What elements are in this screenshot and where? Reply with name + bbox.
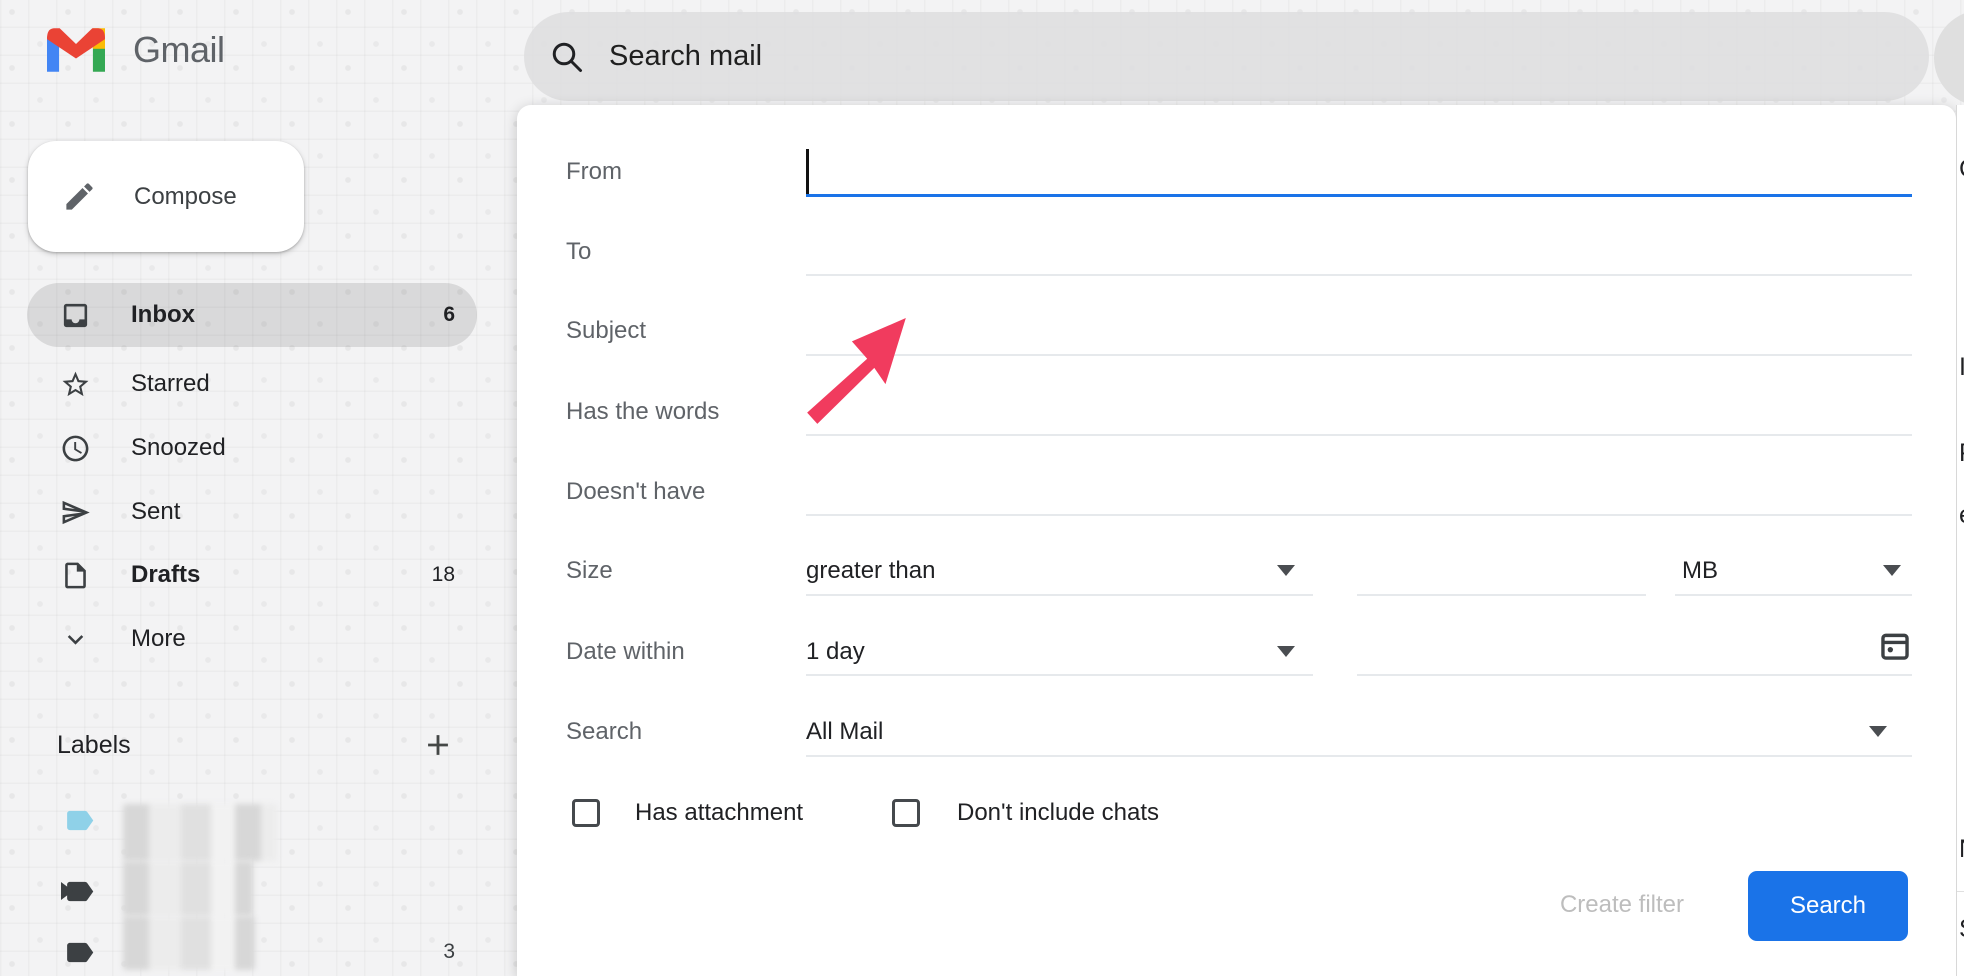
gmail-m-icon	[47, 28, 105, 72]
label-count: 3	[443, 940, 455, 964]
size-unit-select[interactable]: MB	[1682, 557, 1718, 585]
dont-include-chats-checkbox[interactable]	[892, 799, 920, 827]
search-scope-select[interactable]: All Mail	[806, 718, 883, 746]
draft-icon	[60, 560, 91, 591]
inbox-icon	[60, 300, 91, 331]
from-label: From	[566, 158, 622, 186]
dropdown-arrow-icon[interactable]	[1277, 565, 1295, 576]
to-label: To	[566, 238, 591, 266]
advanced-search-panel: From To Subject Has the words Doesn't ha…	[517, 105, 1956, 976]
to-input[interactable]	[806, 274, 1912, 276]
search-scope-underline	[806, 755, 1912, 757]
dropdown-arrow-icon[interactable]	[1869, 726, 1887, 737]
search-bar[interactable]: Search mail	[524, 12, 1929, 101]
size-operator-underline	[806, 594, 1313, 596]
send-icon	[60, 497, 91, 528]
sidebar-item-label: Snoozed	[131, 434, 226, 462]
label-tag-icon	[63, 804, 96, 837]
annotation-arrow	[805, 316, 909, 434]
sidebar-item-more[interactable]: More	[27, 607, 477, 671]
sidebar-item-sent[interactable]: Sent	[27, 480, 477, 544]
sidebar-item-count: 6	[443, 303, 455, 327]
sidebar-item-starred[interactable]: Starred	[27, 352, 477, 416]
chevron-down-icon	[60, 624, 91, 655]
subject-input[interactable]	[806, 354, 1912, 356]
doesnt-have-input[interactable]	[806, 514, 1912, 516]
create-filter-button[interactable]: Create filter	[1529, 891, 1715, 923]
date-range-underline	[806, 674, 1313, 676]
has-attachment-label[interactable]: Has attachment	[635, 799, 803, 827]
doesnt-have-label: Doesn't have	[566, 478, 705, 506]
from-input[interactable]	[806, 194, 1912, 197]
redacted-label-text	[123, 916, 255, 970]
dropdown-arrow-icon[interactable]	[1277, 646, 1295, 657]
sidebar-item-label: Sent	[131, 498, 180, 526]
sidebar-item-label: More	[131, 625, 186, 653]
has-words-label: Has the words	[566, 398, 719, 426]
plus-icon[interactable]	[421, 728, 455, 762]
compose-button[interactable]: Compose	[28, 141, 304, 252]
size-label: Size	[566, 557, 613, 585]
sidebar-item-inbox[interactable]: Inbox 6	[27, 283, 477, 347]
has-words-input[interactable]	[806, 434, 1912, 436]
background-page-sliver: C I P e N S	[1956, 105, 1964, 976]
sidebar-item-label: Starred	[131, 370, 210, 398]
search-scope-label: Search	[566, 718, 642, 746]
calendar-icon[interactable]	[1878, 629, 1912, 663]
sidebar-item-label: Inbox	[131, 301, 195, 329]
label-tag-icon	[63, 936, 96, 969]
annotation-arrow-shape	[807, 318, 906, 424]
sidebar-item-drafts[interactable]: Drafts 18	[27, 543, 477, 607]
redacted-label-text	[123, 861, 253, 916]
labels-header: Labels	[27, 713, 477, 777]
text-cursor	[806, 149, 809, 197]
labels-title: Labels	[57, 731, 131, 760]
date-range-select[interactable]: 1 day	[806, 638, 865, 666]
search-placeholder: Search mail	[609, 40, 762, 73]
size-value-input[interactable]	[1357, 594, 1646, 596]
compose-label: Compose	[134, 183, 237, 211]
search-icon	[549, 39, 585, 75]
dropdown-arrow-icon[interactable]	[1883, 565, 1901, 576]
sidebar-item-snoozed[interactable]: Snoozed	[27, 416, 477, 480]
gmail-logo: Gmail	[47, 26, 297, 74]
clock-icon	[60, 433, 91, 464]
star-icon	[60, 369, 91, 400]
dont-include-chats-label[interactable]: Don't include chats	[957, 799, 1159, 827]
gmail-wordmark: Gmail	[133, 29, 225, 71]
sidebar-item-label: Drafts	[131, 561, 200, 589]
search-button[interactable]: Search	[1748, 871, 1908, 941]
date-within-label: Date within	[566, 638, 685, 666]
divider	[1957, 891, 1964, 892]
sidebar-item-count: 18	[432, 563, 455, 587]
expand-triangle-icon[interactable]	[61, 882, 73, 900]
date-input[interactable]	[1357, 674, 1912, 676]
size-unit-underline	[1675, 594, 1912, 596]
pencil-icon	[62, 179, 97, 214]
avatar[interactable]	[1934, 10, 1964, 106]
redacted-label-text	[123, 804, 277, 861]
size-operator-select[interactable]: greater than	[806, 557, 935, 585]
gmail-window: Gmail Search mail Compose Inbox 6 Starre…	[0, 0, 1964, 976]
subject-label: Subject	[566, 317, 646, 345]
has-attachment-checkbox[interactable]	[572, 799, 600, 827]
